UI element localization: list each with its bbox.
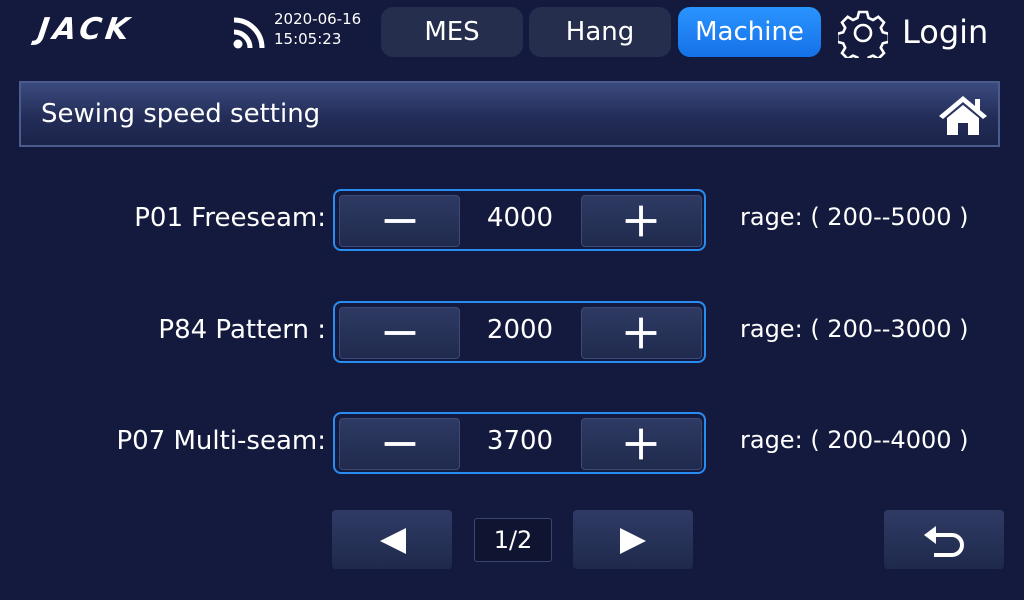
triangle-left-icon [380,528,406,554]
range-value: ( 200--4000 ) [810,426,969,454]
page-header: Sewing speed setting [19,81,1000,147]
param-range: rage: ( 200--5000 ) [740,203,969,231]
jack-logo: JACK [35,12,136,47]
value-stepper: 2000 [333,301,706,363]
decrement-button[interactable] [339,307,460,359]
increment-button[interactable] [581,418,702,470]
page-title: Sewing speed setting [41,99,321,129]
param-range: rage: ( 200--3000 ) [740,315,969,343]
plus-icon [625,317,657,349]
decrement-button[interactable] [339,418,460,470]
back-button[interactable] [884,510,1004,569]
param-row-p01: P01 Freeseam: 4000 rage: ( 200--5000 ) [0,189,1024,253]
value-stepper: 3700 [333,412,706,474]
minus-icon [384,219,416,223]
param-row-p07: P07 Multi-seam: 3700 rage: ( 200--4000 ) [0,412,1024,476]
gear-icon[interactable] [838,8,888,58]
range-value: ( 200--5000 ) [810,203,969,231]
triangle-right-icon [620,528,646,554]
plus-icon [625,428,657,460]
param-range: rage: ( 200--4000 ) [740,426,969,454]
page-indicator: 1/2 [474,518,552,562]
next-page-button[interactable] [573,510,693,569]
param-value[interactable]: 3700 [463,426,577,456]
home-icon[interactable] [938,94,988,136]
datetime: 2020-06-16 15:05:23 [274,9,361,49]
param-value[interactable]: 2000 [463,315,577,345]
increment-button[interactable] [581,195,702,247]
minus-icon [384,331,416,335]
wifi-icon [233,17,265,49]
range-label: rage: [740,426,803,454]
range-value: ( 200--3000 ) [810,315,969,343]
date-text: 2020-06-16 [274,10,362,28]
top-bar: JACK 2020-06-16 15:05:23 MES Hang Machin… [0,0,1024,64]
return-icon [924,526,964,557]
range-label: rage: [740,203,803,231]
param-label: P07 Multi-seam: [116,426,326,456]
time-text: 15:05:23 [274,30,342,48]
plus-icon [625,205,657,237]
value-stepper: 4000 [333,189,706,251]
param-label: P01 Freeseam: [134,203,326,233]
param-label: P84 Pattern : [158,315,326,345]
prev-page-button[interactable] [332,510,452,569]
range-label: rage: [740,315,803,343]
decrement-button[interactable] [339,195,460,247]
increment-button[interactable] [581,307,702,359]
param-row-p84: P84 Pattern : 2000 rage: ( 200--3000 ) [0,301,1024,365]
tab-mes[interactable]: MES [381,7,523,57]
tab-machine[interactable]: Machine [678,7,821,57]
tab-hang[interactable]: Hang [529,7,671,57]
param-value[interactable]: 4000 [463,203,577,233]
minus-icon [384,442,416,446]
login-button[interactable]: Login [902,10,988,54]
